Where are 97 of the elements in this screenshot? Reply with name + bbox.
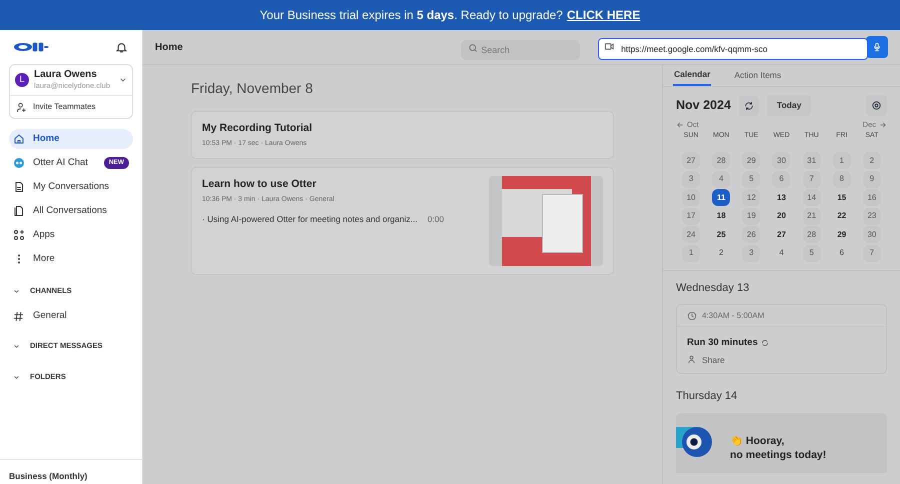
today-button[interactable]: Today [766,95,812,116]
person-add-icon [16,102,27,112]
date-heading: Friday, November 8 [191,79,314,98]
conversation-title: Learn how to use Otter [202,177,318,192]
invite-teammates-button[interactable]: Invite Teammates [10,96,132,118]
calendar-day[interactable]: 21 [802,208,821,225]
calendar-day[interactable]: 14 [802,189,821,206]
calendar-day[interactable]: 6 [832,244,851,262]
calendar-day[interactable]: 7 [802,170,821,188]
calendar-day[interactable]: 24 [682,226,700,244]
settings-icon [871,100,882,111]
settings-button[interactable] [866,95,887,116]
arrow-left-icon [676,120,684,129]
agenda-day: Thursday 14 [676,388,887,405]
agenda-day: Wednesday 13 [676,280,887,296]
calendar-day[interactable]: 30 [772,152,790,170]
microphone-button[interactable] [866,36,888,58]
event-card[interactable]: 4:30AM - 5:00AM Run 30 minutes Share [676,304,887,374]
transcript-snippet: · Using AI-powered Otter for meeting notes and organiz... [202,212,418,226]
refresh-icon [744,100,754,110]
video-camera-icon [604,41,616,52]
calendar-day[interactable]: 26 [742,226,760,244]
calendar-day[interactable]: 1 [682,244,700,262]
clock-icon [687,310,697,321]
calendar-day[interactable]: 20 [772,208,790,225]
panel-tab[interactable]: Action Items [733,65,782,86]
share-button[interactable]: Share [677,350,735,374]
calendar-day[interactable]: 29 [742,152,760,170]
calendar-day[interactable]: 2 [862,152,881,170]
event-title: Run 30 minutes [687,336,758,350]
person-icon [687,355,696,364]
calendar-day[interactable]: 25 [712,226,730,244]
user-name: Laura Owens [34,69,98,80]
search-icon [468,43,478,53]
calendar-day[interactable]: 16 [862,189,881,206]
plan-label: Business (Monthly) [0,459,142,484]
calendar-day[interactable]: 6 [772,170,790,188]
sidebar-item[interactable]: Apps [9,225,133,245]
bell-icon [115,40,128,54]
calendar-day[interactable]: 10 [682,189,700,206]
calendar-day[interactable]: 3 [682,170,700,188]
calendar-day[interactable]: 31 [802,152,821,170]
meeting-url-field[interactable]: https://meet.google.com/kfv-qqmm-sco [598,38,868,60]
sidebar-item[interactable]: My Conversations [9,177,133,197]
calendar-day[interactable]: 4 [772,244,790,262]
snippet-time: 0:00 [427,212,444,226]
home-icon [13,133,25,145]
calendar-day[interactable]: 15 [832,189,851,206]
microphone-icon [872,42,882,52]
refresh-button[interactable] [738,96,759,116]
calendar-day[interactable]: 19 [742,208,760,225]
calendar-day[interactable]: 5 [802,244,821,262]
chevron-down-icon [13,342,20,350]
calendar-day[interactable]: 4 [712,170,730,188]
sidebar-item[interactable]: More [9,249,133,269]
chevron-down-icon [13,288,20,294]
calendar-day[interactable]: 11 [712,189,730,206]
calendar-day[interactable]: 17 [682,208,700,225]
page-title: Home [155,40,184,54]
event-time: 4:30AM - 5:00AM [702,310,764,322]
documents-icon [13,205,25,217]
document-icon [13,181,25,193]
calendar-month: Nov 2024 [676,97,731,114]
conversation-title: My Recording Tutorial [202,121,314,136]
arrow-right-icon [879,120,887,129]
upgrade-link[interactable]: CLICK HERE [566,6,640,24]
calendar-day[interactable]: 12 [742,189,760,206]
calendar-day[interactable]: 9 [862,170,881,188]
calendar-day[interactable]: 23 [862,208,881,225]
calendar-day[interactable]: 22 [832,208,851,225]
calendar-day[interactable]: 2 [712,244,730,262]
calendar-day[interactable]: 27 [682,152,700,170]
calendar-day[interactable]: 30 [862,226,881,244]
calendar-day[interactable]: 29 [832,226,851,244]
channel-item[interactable]: General [13,306,129,326]
calendar-day[interactable]: 1 [832,152,851,170]
chevron-down-icon [119,76,127,84]
calendar-day[interactable]: 7 [862,244,881,262]
calendar-day[interactable]: 28 [712,152,730,170]
calendar-day[interactable]: 3 [742,244,760,262]
calendar-day[interactable]: 18 [712,208,730,225]
chevron-down-icon [13,374,20,380]
calendar-day[interactable]: 8 [832,170,851,188]
robot-icon [13,157,25,169]
calendar-day[interactable]: 28 [802,226,821,244]
sidebar-item[interactable]: All Conversations [9,201,133,221]
panel-tab[interactable]: Calendar [673,65,712,86]
no-meetings-message: 👏 Hooray, no meetings today! [729,434,828,463]
calendar-day[interactable]: 13 [772,189,790,206]
apps-icon [13,229,25,241]
calendar-day[interactable]: 27 [772,226,790,244]
trial-banner-text: Your Business trial expires in 5 days. Ready to upgrade? [260,7,563,24]
avatar: L [15,73,29,87]
hash-icon [13,310,24,322]
sidebar-item[interactable]: Home [9,129,133,149]
calendar-day[interactable]: 5 [742,170,760,188]
search-field[interactable]: Search [461,40,580,60]
